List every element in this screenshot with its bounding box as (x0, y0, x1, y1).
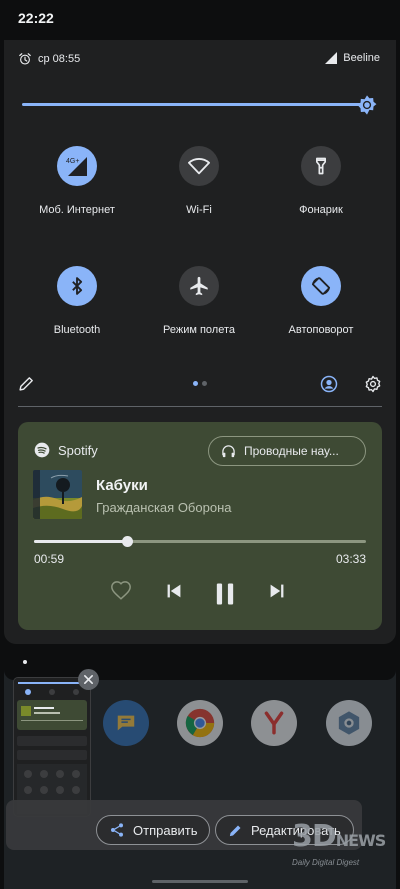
flashlight-icon (316, 157, 326, 175)
media-app-name: Spotify (58, 442, 98, 458)
signal-strength-icon (325, 52, 338, 64)
previous-track-button[interactable] (163, 580, 185, 602)
notification-shade-handle[interactable] (4, 650, 396, 680)
yandex-icon (264, 711, 284, 735)
tile-flashlight[interactable]: Фонарик (261, 146, 381, 216)
divider (18, 406, 382, 407)
page-dot-active (193, 381, 198, 386)
pause-button[interactable] (211, 580, 239, 608)
pencil-icon (229, 825, 241, 836)
carrier-indicator: Beeline (325, 52, 380, 64)
close-icon (84, 675, 93, 684)
share-button[interactable]: Отправить (96, 815, 211, 845)
account-icon (320, 375, 338, 393)
bluetooth-icon (72, 277, 83, 295)
chat-icon (117, 715, 135, 731)
brightness-slider-thumb[interactable] (356, 94, 378, 116)
media-app-row: Spotify (34, 442, 98, 458)
dismiss-screenshot-button[interactable] (78, 669, 99, 690)
yandex-browser-app-icon[interactable] (251, 700, 297, 746)
watermark-logo-suffix: NEWS (335, 831, 386, 850)
tile-mobile-data[interactable]: 4G+ Моб. Интернет (17, 146, 137, 216)
media-seekbar[interactable] (34, 536, 366, 547)
skip-next-icon (270, 584, 284, 598)
headphones-icon (222, 444, 235, 457)
screenshot-preview[interactable] (14, 678, 90, 816)
status-bar-clock: 22:22 (18, 10, 54, 26)
chrome-icon (185, 708, 215, 738)
alarm-clock-icon (19, 53, 31, 65)
pencil-icon (19, 377, 33, 391)
tile-airplane[interactable]: Режим полета (139, 266, 259, 336)
tile-label: Bluetooth (53, 324, 101, 336)
alarm-indicator[interactable]: ср 08:55 (18, 52, 80, 66)
notification-dot (23, 660, 27, 664)
media-output-switcher[interactable]: Проводные нау... (208, 436, 366, 466)
skip-previous-icon (167, 584, 181, 598)
edit-tiles-button[interactable] (18, 375, 35, 397)
media-output-label: Проводные нау... (244, 444, 339, 458)
camera-icon (338, 711, 360, 735)
media-seekbar-fill (34, 540, 127, 543)
tile-bluetooth[interactable]: Bluetooth (17, 266, 137, 336)
tile-label: Режим полета (162, 324, 235, 336)
tile-flashlight-toggle[interactable] (301, 146, 341, 186)
like-button[interactable] (110, 580, 132, 602)
elapsed-time: 00:59 (34, 552, 65, 566)
messages-app-icon[interactable] (103, 700, 149, 746)
carrier-name: Beeline (343, 52, 380, 64)
next-track-button[interactable] (266, 580, 288, 602)
spotify-icon (34, 442, 50, 458)
settings-button[interactable] (364, 375, 382, 398)
network-type-badge: 4G+ (66, 158, 79, 165)
tile-wifi-toggle[interactable] (179, 146, 219, 186)
tile-label: Wi-Fi (186, 204, 212, 216)
tile-label: Фонарик (299, 204, 343, 216)
signal-icon: 4G+ (66, 157, 87, 176)
tile-mobile-data-toggle[interactable]: 4G+ (57, 146, 97, 186)
brightness-slider[interactable] (22, 103, 374, 106)
watermark-logo: 3DNEWS (292, 822, 390, 856)
gear-icon (365, 375, 381, 393)
user-switcher-button[interactable] (320, 375, 338, 398)
3dnews-watermark: 3DNEWS Daily Digital Digest (292, 822, 390, 868)
album-cover-image (33, 470, 82, 519)
watermark-logo-main: 3D (292, 819, 337, 854)
tile-label: Моб. Интернет (39, 204, 115, 216)
brightness-icon (357, 95, 377, 115)
chrome-app-icon[interactable] (177, 700, 223, 746)
screenshot-thumbnail-image (14, 678, 90, 816)
airplane-icon (190, 276, 208, 296)
media-seekbar-thumb[interactable] (121, 536, 133, 547)
media-player-card[interactable]: Spotify Проводные нау... Кабуки Гражданс… (18, 422, 382, 630)
watermark-tagline: Daily Digital Digest (292, 858, 360, 867)
page-dot (202, 381, 207, 386)
share-button-label: Отправить (133, 822, 198, 838)
album-art (33, 470, 82, 519)
alarm-time: ср 08:55 (38, 53, 81, 65)
track-artist: Гражданская Оборона (96, 500, 232, 515)
track-duration: 03:33 (335, 552, 366, 566)
track-title: Кабуки (96, 477, 148, 494)
share-icon (111, 823, 123, 837)
wifi-icon (188, 158, 210, 175)
tile-airplane-toggle[interactable] (179, 266, 219, 306)
autorotate-icon (311, 277, 331, 295)
camera-app-icon[interactable] (326, 700, 372, 746)
tile-bluetooth-toggle[interactable] (57, 266, 97, 306)
gesture-navigation-handle[interactable] (152, 880, 248, 883)
tile-wifi[interactable]: Wi-Fi (139, 146, 259, 216)
pause-icon (216, 583, 234, 605)
tiles-page-indicator (193, 381, 207, 386)
tile-label: Автоповорот (288, 324, 354, 336)
tile-autorotate[interactable]: Автоповорот (261, 266, 381, 336)
heart-icon (111, 581, 131, 600)
tile-autorotate-toggle[interactable] (301, 266, 341, 306)
